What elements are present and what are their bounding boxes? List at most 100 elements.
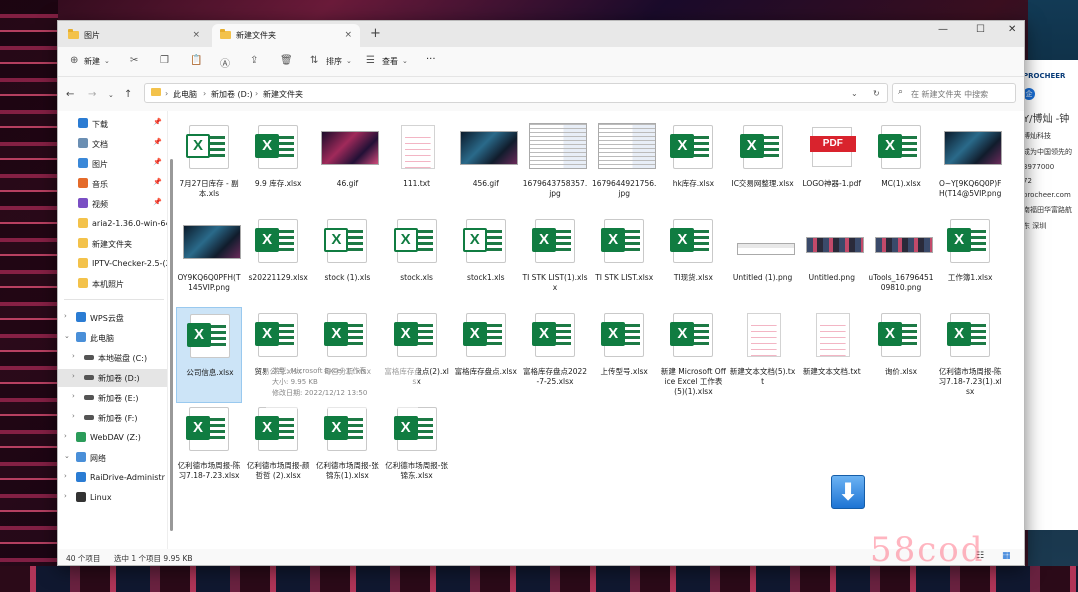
cut-icon[interactable]: ✂ — [130, 55, 138, 66]
expand-chevron-icon[interactable]: ⌄ — [64, 332, 70, 340]
file-item[interactable]: X 询价.xlsx — [868, 307, 934, 403]
maximize-button[interactable]: ☐ — [976, 24, 985, 35]
large-icons-view-icon[interactable]: ▦ — [1002, 551, 1011, 561]
file-item[interactable]: 1679643758357.jpg — [522, 119, 588, 215]
file-item[interactable]: 46.gif — [314, 119, 380, 215]
nav-tree-item[interactable]: › 新加卷 (E:) — [58, 389, 167, 407]
breadcrumb-new-folder[interactable]: 新建文件夹 — [263, 89, 303, 100]
expand-chevron-icon[interactable]: › — [72, 372, 75, 380]
back-arrow-icon[interactable]: ← — [66, 89, 74, 100]
file-item[interactable]: 1679644921756.jpg — [591, 119, 657, 215]
file-item[interactable]: Xhk库存.xlsx — [660, 119, 726, 215]
nav-quick-item[interactable]: 本机照片 — [58, 275, 167, 293]
minimize-button[interactable]: — — [938, 24, 948, 35]
forward-arrow-icon[interactable]: → — [88, 89, 96, 100]
share-icon[interactable]: ⇪ — [250, 55, 258, 66]
refresh-icon[interactable]: ↻ — [873, 89, 880, 98]
nav-quick-item[interactable]: 图片 📌 — [58, 155, 167, 173]
nav-quick-item[interactable]: 新建文件夹 — [58, 235, 167, 253]
sort-button[interactable]: 排序 — [326, 56, 342, 67]
expand-chevron-icon[interactable]: › — [72, 392, 75, 400]
file-item[interactable]: X 公司信息.xlsx — [176, 307, 242, 403]
pin-icon[interactable]: 📌 — [153, 158, 162, 166]
nav-tree-item[interactable]: › RaiDrive-Administr — [58, 469, 167, 487]
file-item[interactable]: 111.txt — [384, 119, 450, 215]
nav-tree-item[interactable]: › Linux — [58, 489, 167, 507]
breadcrumb-this-pc[interactable]: 此电脑 — [173, 89, 197, 100]
file-item[interactable]: Xs20221129.xlsx — [245, 213, 311, 309]
file-item[interactable]: X 上传型号.xlsx — [591, 307, 657, 403]
download-arrow-icon[interactable]: ⬇ — [831, 475, 865, 509]
nav-quick-item[interactable]: 音乐 📌 — [58, 175, 167, 193]
nav-quick-item[interactable]: IPTV-Checker-2.5-(2( — [58, 255, 167, 273]
file-item[interactable]: X 9.9 库存.xlsx — [245, 119, 311, 215]
rename-icon[interactable]: Ⓐ — [220, 55, 230, 70]
file-item[interactable]: 新建文本文档(5).txt — [730, 307, 796, 403]
file-item[interactable]: X IC交易网整理.xlsx — [730, 119, 796, 215]
expand-chevron-icon[interactable]: › — [64, 312, 67, 320]
expand-chevron-icon[interactable]: › — [72, 412, 75, 420]
expand-chevron-icon[interactable]: ⌄ — [64, 452, 70, 460]
expand-chevron-icon[interactable]: › — [64, 432, 67, 440]
nav-quick-item[interactable]: 下载 📌 — [58, 115, 167, 133]
file-item[interactable]: X MC(1).xlsx — [868, 119, 934, 215]
file-item[interactable]: X 亿利德市场周报-陈习7.18-7.23(1).xlsx — [937, 307, 1003, 403]
paste-icon[interactable]: 📋 — [190, 55, 202, 66]
pin-icon[interactable]: 📌 — [153, 198, 162, 206]
file-item[interactable]: Xstock.xls — [384, 213, 450, 309]
search-input[interactable]: ⌕ 在 新建文件夹 中搜索 — [892, 83, 1016, 103]
file-item[interactable]: OY9KQ6Q0PFH(T145VIP.png — [176, 213, 242, 309]
file-item[interactable]: X TI STK LIST(1).xlsx — [522, 213, 588, 309]
file-item[interactable]: X 亿利德市场周报-张锦东(1).xlsx — [314, 401, 380, 497]
expand-chevron-icon[interactable]: › — [72, 352, 75, 360]
nav-scrollbar[interactable] — [170, 159, 173, 531]
tab-new-folder[interactable]: 新建文件夹 × — [212, 24, 360, 47]
tab-pictures[interactable]: 图片 × — [60, 24, 208, 47]
file-item[interactable]: Untitled (1).png — [730, 213, 796, 309]
nav-quick-item[interactable]: aria2-1.36.0-win-64b — [58, 215, 167, 233]
nav-tree-item[interactable]: ⌄ 网络 — [58, 449, 167, 467]
pin-icon[interactable]: 📌 — [153, 118, 162, 126]
nav-tree-item[interactable]: ⌄ 此电脑 — [58, 329, 167, 347]
nav-tree-item[interactable]: › WPS云盘 — [58, 309, 167, 327]
pin-icon[interactable]: 📌 — [153, 178, 162, 186]
nav-tree-item[interactable]: › 新加卷 (D:) — [58, 369, 167, 387]
address-field[interactable]: › 此电脑 › 新加卷 (D:) › 新建文件夹 ⌄ ↻ — [144, 83, 888, 103]
nav-tree-item[interactable]: › 本地磁盘 (C:) — [58, 349, 167, 367]
file-item[interactable]: 新建文本文档.txt — [799, 307, 865, 403]
close-window-button[interactable]: ✕ — [1008, 24, 1016, 35]
nav-tree-item[interactable]: › WebDAV (Z:) — [58, 429, 167, 447]
file-item[interactable]: PDF LOGO神器-1.pdf — [799, 119, 865, 215]
file-item[interactable]: O~Y[9KQ6Q0P)FH(T14@5VIP.png — [937, 119, 1003, 215]
file-item[interactable]: X 富格库存盘点.xlsx — [453, 307, 519, 403]
pin-icon[interactable]: 📌 — [153, 138, 162, 146]
breadcrumb-drive-d[interactable]: 新加卷 (D:) — [211, 89, 253, 100]
file-item[interactable]: X 亿利德市场周报-颜哲哲 (2).xlsx — [245, 401, 311, 497]
close-tab-icon[interactable]: × — [344, 30, 352, 40]
file-item[interactable]: Xstock1.xls — [453, 213, 519, 309]
file-item[interactable]: X 富格库存盘点2022-7-25.xlsx — [522, 307, 588, 403]
close-tab-icon[interactable]: × — [192, 30, 200, 40]
new-button[interactable]: 新建 — [84, 56, 100, 67]
file-item[interactable]: 456.gif — [453, 119, 519, 215]
file-item[interactable]: Untitled.png — [799, 213, 865, 309]
file-item[interactable]: X TI现货.xlsx — [660, 213, 726, 309]
nav-quick-item[interactable]: 视频 📌 — [58, 195, 167, 213]
recent-chevron-icon[interactable]: ⌄ — [108, 91, 114, 99]
copy-icon[interactable]: ❐ — [160, 55, 169, 66]
file-item[interactable]: X 工作簿1.xlsx — [937, 213, 1003, 309]
history-chevron-icon[interactable]: ⌄ — [851, 89, 858, 98]
file-item[interactable]: X 新建 Microsoft Office Excel 工作表(5)(1).xls… — [660, 307, 726, 403]
file-item[interactable]: Xstock (1).xls — [314, 213, 380, 309]
expand-chevron-icon[interactable]: › — [64, 492, 67, 500]
nav-quick-item[interactable]: 文档 📌 — [58, 135, 167, 153]
file-item[interactable]: uTools_1679645109810.png — [868, 213, 934, 309]
nav-tree-item[interactable]: › 新加卷 (F:) — [58, 409, 167, 427]
file-item[interactable]: X 亿利德市场周报-陈习7.18-7.23.xlsx — [176, 401, 242, 497]
file-item[interactable]: X TI STK LIST.xlsx — [591, 213, 657, 309]
file-item[interactable]: X 7月27日库存 - 副本.xls — [176, 119, 242, 215]
expand-chevron-icon[interactable]: › — [64, 472, 67, 480]
view-button[interactable]: 查看 — [382, 56, 398, 67]
new-tab-button[interactable]: + — [370, 26, 381, 41]
up-arrow-icon[interactable]: ↑ — [124, 89, 132, 100]
